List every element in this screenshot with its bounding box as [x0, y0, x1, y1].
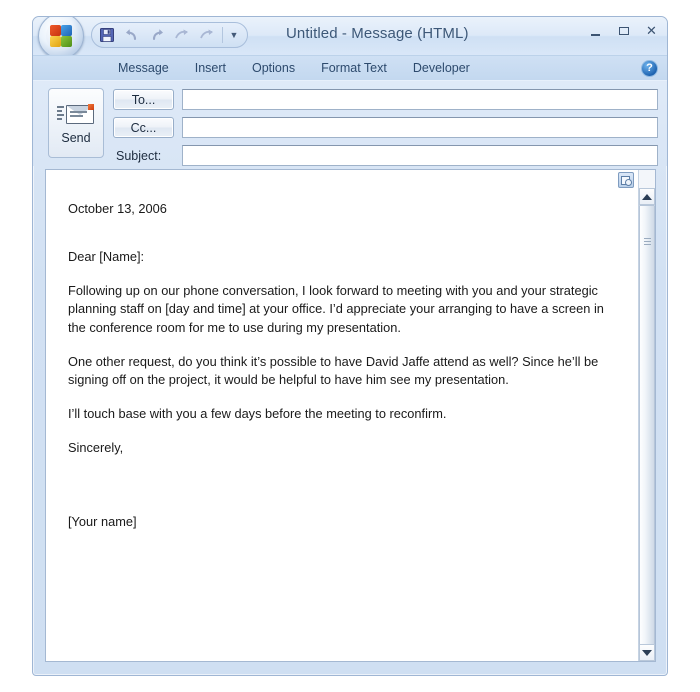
- body-salutation: Dear [Name]:: [68, 249, 145, 265]
- cc-input[interactable]: [182, 117, 658, 138]
- message-body-area[interactable]: October 13, 2006 Dear [Name]: Following …: [45, 169, 656, 662]
- compose-header: Send To... Cc... Subject:: [33, 80, 667, 166]
- orb-quadrant-red: [50, 25, 61, 36]
- chevron-up-icon: [642, 193, 652, 200]
- body-signature: [Your name]: [68, 514, 137, 530]
- office-logo-icon: [46, 21, 76, 51]
- body-scrollbar[interactable]: [638, 170, 655, 661]
- body-paragraph-1: Following up on our phone conversation, …: [68, 283, 604, 335]
- tab-format-text[interactable]: Format Text: [308, 58, 400, 78]
- quick-access-toolbar: ▼: [91, 22, 248, 48]
- body-paragraph-2: One other request, do you think it’s pos…: [68, 353, 599, 387]
- to-row: To...: [113, 89, 658, 110]
- tab-options[interactable]: Options: [239, 58, 308, 78]
- redo-icon[interactable]: [146, 25, 168, 45]
- tab-insert[interactable]: Insert: [182, 58, 239, 78]
- ribbon-tab-strip: Message Insert Options Format Text Devel…: [33, 55, 667, 80]
- subject-row: Subject:: [113, 145, 658, 166]
- cc-button[interactable]: Cc...: [113, 117, 174, 138]
- undo-icon[interactable]: [121, 25, 143, 45]
- body-paragraph-3: I’ll touch base with you a few days befo…: [68, 406, 447, 422]
- previous-item-icon[interactable]: [171, 25, 193, 45]
- send-button[interactable]: Send: [48, 88, 104, 158]
- next-item-icon[interactable]: [196, 25, 218, 45]
- toolbar-divider: [222, 27, 223, 43]
- chevron-down-icon[interactable]: ▼: [227, 25, 241, 45]
- scrollbar-track[interactable]: [639, 205, 655, 649]
- scrollbar-grip-icon: [644, 238, 651, 245]
- send-button-label: Send: [61, 131, 91, 145]
- save-icon[interactable]: [96, 25, 118, 45]
- orb-quadrant-yellow: [50, 36, 61, 47]
- subject-input[interactable]: [182, 145, 658, 166]
- message-body-text[interactable]: October 13, 2006 Dear [Name]: Following …: [46, 170, 637, 661]
- office-orb-button[interactable]: [38, 17, 84, 59]
- page-properties-icon[interactable]: [618, 172, 634, 188]
- close-button[interactable]: ✕: [644, 23, 659, 39]
- outlook-compose-window: ▼ Untitled - Message (HTML) ✕ Message In…: [32, 16, 668, 676]
- cc-row: Cc...: [113, 117, 658, 138]
- subject-label: Subject:: [116, 148, 162, 163]
- scrollbar-thumb[interactable]: [639, 205, 655, 649]
- window-controls: ✕: [588, 23, 659, 39]
- scroll-up-button[interactable]: [639, 188, 655, 205]
- maximize-button[interactable]: [616, 23, 631, 39]
- help-icon[interactable]: ?: [641, 60, 658, 77]
- send-envelope-icon: [57, 101, 95, 127]
- orb-quadrant-green: [61, 36, 72, 47]
- body-closing: Sincerely,: [68, 440, 124, 456]
- title-bar: ▼ Untitled - Message (HTML) ✕: [33, 17, 667, 59]
- window-title: Untitled - Message (HTML): [286, 25, 469, 42]
- tab-developer[interactable]: Developer: [400, 58, 483, 78]
- minimize-button[interactable]: [588, 23, 603, 39]
- tab-message[interactable]: Message: [105, 58, 182, 78]
- chevron-down-icon: [642, 649, 652, 656]
- scroll-down-button[interactable]: [639, 644, 655, 661]
- orb-quadrant-blue: [61, 25, 72, 36]
- to-button[interactable]: To...: [113, 89, 174, 110]
- to-input[interactable]: [182, 89, 658, 110]
- body-date: October 13, 2006: [68, 201, 167, 216]
